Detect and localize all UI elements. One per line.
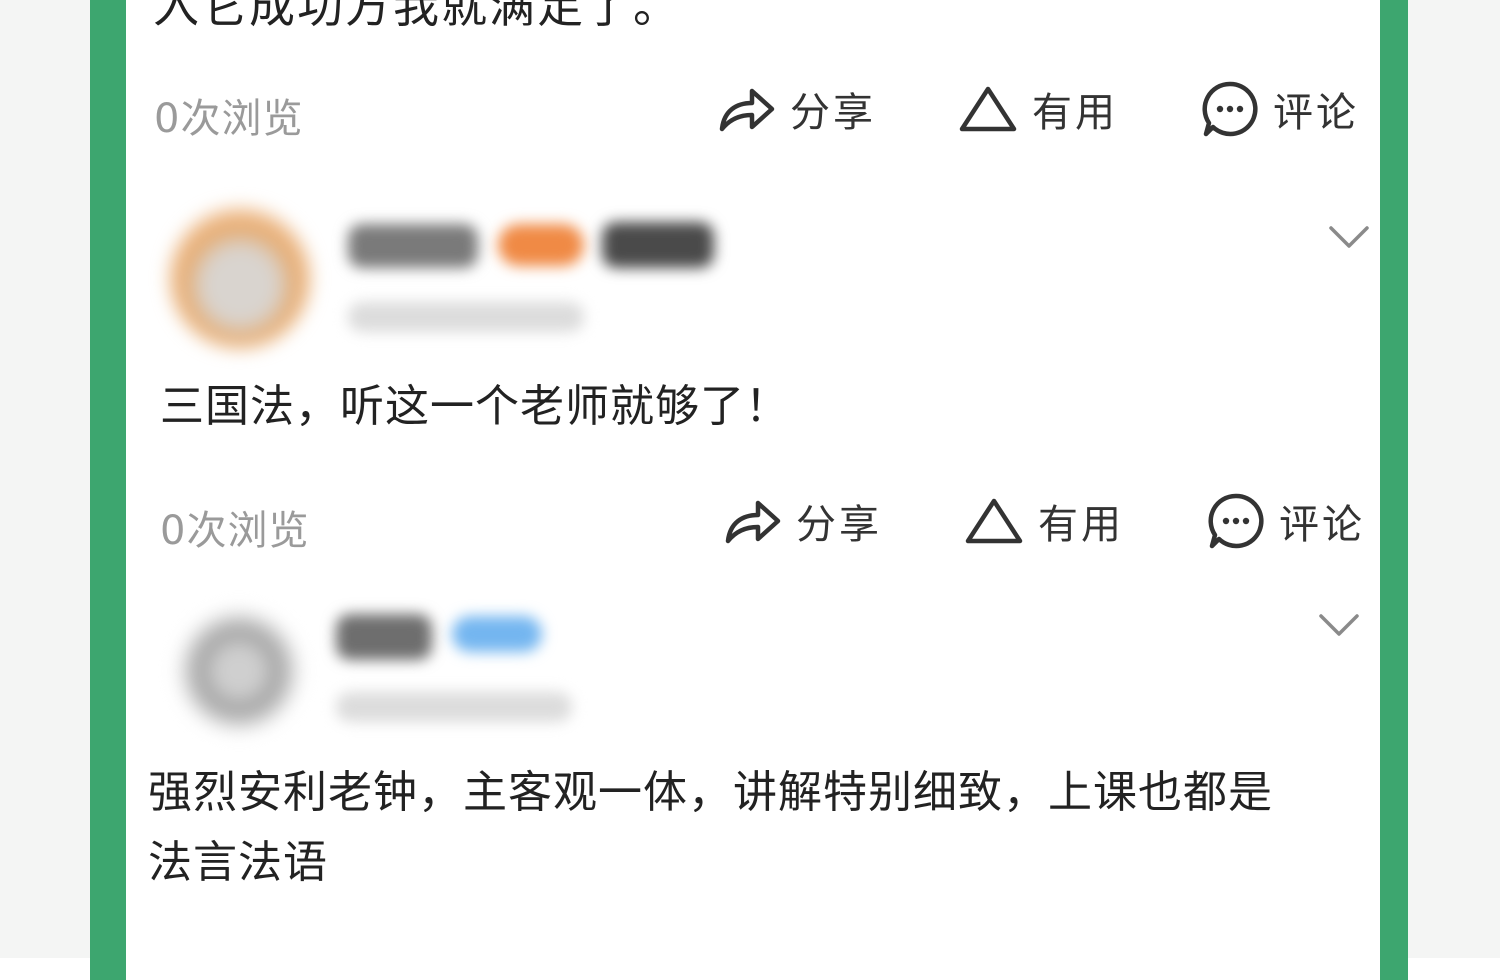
comment-button[interactable]: 评论 — [1207, 486, 1365, 556]
comment-button[interactable]: 评论 — [1201, 74, 1359, 144]
share-button[interactable]: 分享 — [716, 74, 876, 144]
level-badge-blurred — [498, 224, 584, 266]
share-button[interactable]: 分享 — [722, 486, 882, 556]
useful-button[interactable]: 有用 — [964, 486, 1124, 556]
share-icon — [725, 500, 781, 544]
level-badge-blurred — [452, 616, 542, 652]
avatar[interactable] — [170, 208, 310, 348]
comment-text-line: 法言法语 — [148, 837, 328, 888]
useful-label: 有用 — [1032, 90, 1118, 136]
useful-triangle-icon — [959, 86, 1017, 132]
chevron-down-icon[interactable] — [1328, 224, 1370, 250]
share-label: 分享 — [796, 502, 882, 548]
username-blurred[interactable] — [348, 224, 478, 268]
view-count: 0次浏览 — [154, 96, 304, 142]
useful-triangle-icon — [965, 498, 1023, 544]
action-row: 0次浏览 分享 有用 评论 — [126, 74, 1380, 144]
comment-label: 评论 — [1279, 502, 1365, 548]
comment-bubble-icon — [1208, 493, 1264, 549]
share-label: 分享 — [790, 90, 876, 136]
previous-comment-text: 入它成功方我就满足了。 — [153, 0, 681, 33]
tag-badge-blurred — [602, 222, 714, 268]
share-icon — [719, 88, 775, 132]
outer-background-left — [0, 0, 90, 958]
comment-label: 评论 — [1273, 90, 1359, 136]
comment-feed: 入它成功方我就满足了。 0次浏览 分享 有用 评论 三国法，听这一个老师就够了！… — [126, 0, 1380, 958]
useful-label: 有用 — [1038, 502, 1124, 548]
useful-button[interactable]: 有用 — [958, 74, 1118, 144]
username-blurred[interactable] — [336, 614, 432, 660]
comment-bubble-icon — [1202, 81, 1258, 137]
timestamp-blurred — [336, 692, 572, 722]
timestamp-blurred — [348, 302, 584, 332]
avatar[interactable] — [180, 612, 298, 730]
comment-text: 三国法，听这一个老师就够了！ — [160, 381, 790, 432]
view-count: 0次浏览 — [160, 508, 310, 554]
chevron-down-icon[interactable] — [1318, 612, 1360, 638]
outer-background-right — [1408, 0, 1500, 958]
action-row: 0次浏览 分享 有用 评论 — [126, 486, 1380, 556]
comment-text-line: 强烈安利老钟，主客观一体，讲解特别细致，上课也都是 — [148, 767, 1273, 818]
